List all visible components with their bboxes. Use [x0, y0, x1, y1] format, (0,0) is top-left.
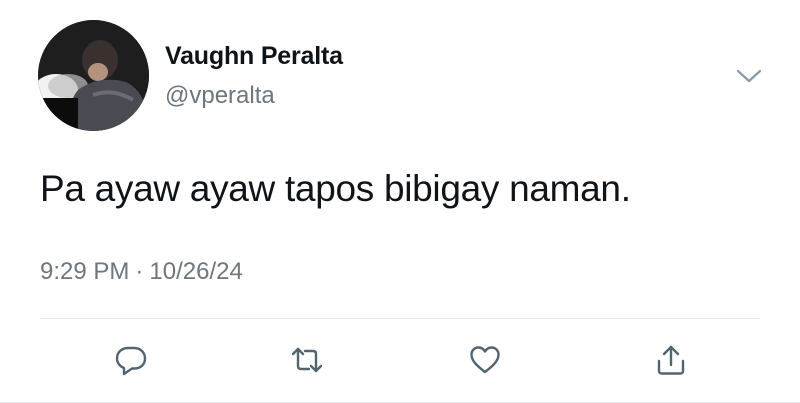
heart-icon [470, 346, 500, 374]
author-display-name[interactable]: Vaughn Peralta [165, 42, 343, 71]
retweet-arrows-icon [291, 347, 323, 373]
tweet-time: 9:29 PM [40, 258, 130, 285]
reply-button[interactable] [111, 340, 151, 380]
author-handle[interactable]: @vperalta [165, 82, 275, 110]
chevron-down-icon[interactable] [735, 66, 763, 86]
divider [40, 318, 760, 319]
retweet-button[interactable] [287, 340, 327, 380]
profile-photo [38, 20, 149, 131]
tweet-date: 10/26/24 [149, 258, 243, 285]
avatar[interactable] [38, 20, 149, 131]
tweet-timestamp[interactable]: 9:29 PM · 10/26/24 [40, 258, 243, 286]
meta-separator: · [135, 258, 144, 285]
tweet-text: Pa ayaw ayaw tapos bibigay naman. [40, 168, 631, 209]
share-upload-icon [657, 345, 685, 375]
like-button[interactable] [465, 340, 505, 380]
speech-bubble-icon [115, 346, 147, 376]
share-button[interactable] [651, 340, 691, 380]
